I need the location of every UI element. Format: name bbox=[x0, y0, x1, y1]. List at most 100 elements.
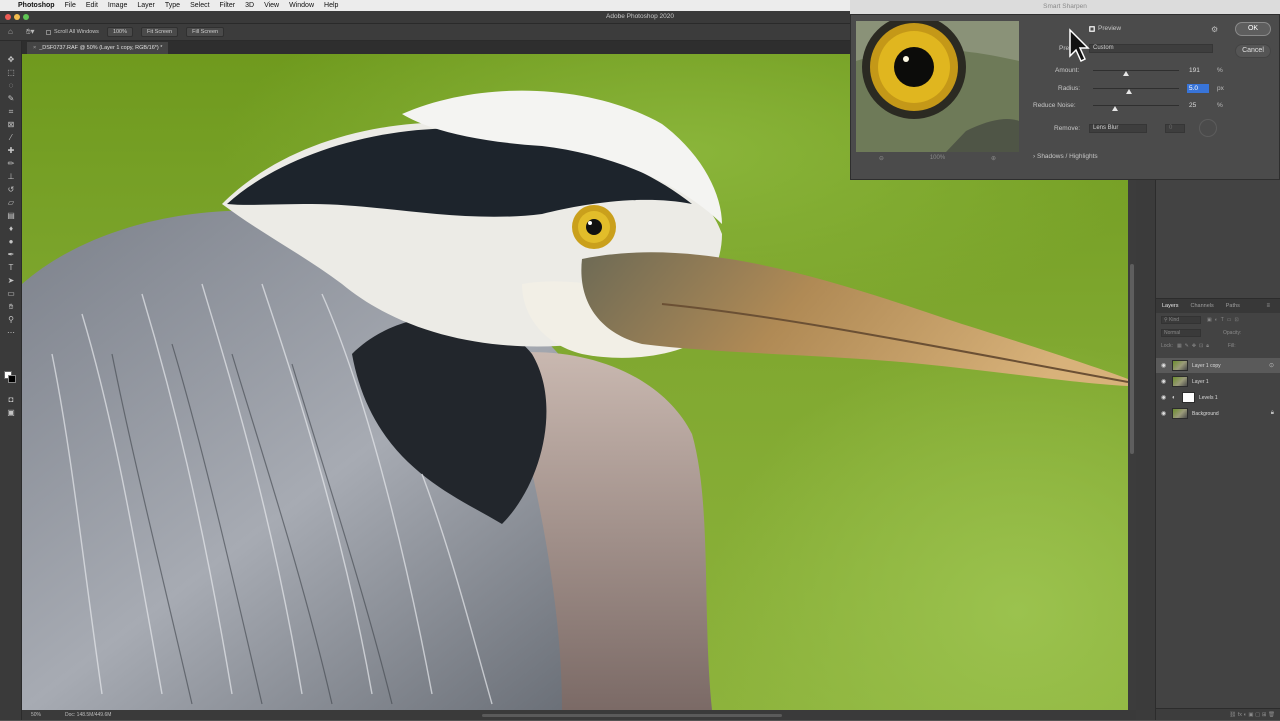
remove-select[interactable]: Lens Blur bbox=[1089, 124, 1147, 133]
gear-icon[interactable]: ⚙ bbox=[1211, 25, 1218, 34]
layer-row-background[interactable]: ◉ Background 🔒︎ bbox=[1156, 406, 1280, 421]
menu-help[interactable]: Help bbox=[324, 2, 338, 9]
checkbox-box bbox=[46, 29, 51, 35]
zoom-in-icon[interactable]: ⊕ bbox=[991, 155, 996, 167]
blend-mode-select[interactable]: Normal bbox=[1161, 328, 1201, 337]
dialog-title-bar[interactable]: Smart Sharpen bbox=[850, 0, 1280, 14]
layer-thumbnail bbox=[1172, 408, 1188, 419]
menu-select[interactable]: Select bbox=[190, 2, 209, 9]
status-doc-size[interactable]: Doc: 148.5M/449.6M bbox=[65, 710, 111, 720]
more-tools-icon[interactable]: ⋯ bbox=[5, 328, 17, 338]
color-swatches[interactable] bbox=[4, 371, 18, 385]
tab-channels[interactable]: Channels bbox=[1185, 303, 1220, 309]
angle-dial[interactable] bbox=[1199, 119, 1217, 137]
zoom-tool-icon[interactable]: ⚲ bbox=[5, 315, 17, 325]
hand-tool-icon[interactable]: ✋︎ bbox=[5, 302, 17, 312]
screen-mode-icon[interactable]: ▣ bbox=[5, 408, 17, 418]
layer-kind-filter[interactable]: ⚲ Kind bbox=[1161, 315, 1201, 324]
visibility-eye-icon[interactable]: ◉ bbox=[1161, 394, 1169, 401]
filter-type-icons[interactable]: ▣◐T▭⊡ bbox=[1207, 317, 1242, 323]
path-select-tool-icon[interactable]: ➤ bbox=[5, 276, 17, 286]
layer-row-levels-1[interactable]: ◉ ◐ Levels 1 bbox=[1156, 390, 1280, 405]
clone-stamp-tool-icon[interactable]: ⊥ bbox=[5, 172, 17, 182]
radius-value-field[interactable]: 5.0 bbox=[1187, 84, 1209, 93]
zoom-out-icon[interactable]: ⊖ bbox=[879, 155, 884, 167]
zoom-window-button[interactable] bbox=[23, 14, 29, 20]
menu-file[interactable]: File bbox=[65, 2, 76, 9]
fill-screen-button[interactable]: Fill Screen bbox=[186, 27, 225, 37]
quick-mask-icon[interactable]: ◘ bbox=[5, 395, 17, 405]
mouse-pointer-icon bbox=[1069, 28, 1090, 63]
scroll-all-windows-checkbox[interactable]: Scroll All Windows bbox=[46, 29, 99, 35]
reduce-noise-value[interactable]: 25 bbox=[1187, 101, 1209, 110]
ok-button[interactable]: OK bbox=[1235, 22, 1271, 36]
tab-layers[interactable]: Layers bbox=[1156, 303, 1185, 309]
crop-tool-icon[interactable]: ⌗ bbox=[5, 107, 17, 117]
home-icon[interactable]: ⌂ bbox=[8, 27, 18, 37]
gradient-tool-icon[interactable]: ▤ bbox=[5, 211, 17, 221]
shadows-highlights-toggle[interactable]: › Shadows / Highlights bbox=[1033, 153, 1098, 160]
menu-app-name[interactable]: Photoshop bbox=[18, 2, 55, 9]
preset-select[interactable]: Custom bbox=[1089, 44, 1213, 53]
tab-paths[interactable]: Paths bbox=[1220, 303, 1246, 309]
reduce-noise-slider-track[interactable] bbox=[1093, 105, 1179, 106]
move-tool-icon[interactable]: ✥ bbox=[5, 55, 17, 65]
radius-slider-thumb[interactable] bbox=[1126, 89, 1133, 94]
eyedropper-tool-icon[interactable]: ⁄ bbox=[5, 133, 17, 143]
close-window-button[interactable] bbox=[5, 14, 11, 20]
amount-slider-thumb[interactable] bbox=[1122, 71, 1129, 76]
frame-tool-icon[interactable]: ⊠ bbox=[5, 120, 17, 130]
visibility-eye-icon[interactable]: ◉ bbox=[1161, 410, 1169, 417]
radius-slider-track[interactable] bbox=[1093, 88, 1179, 89]
collapsed-panel-strip bbox=[1136, 180, 1156, 720]
menu-image[interactable]: Image bbox=[108, 2, 127, 9]
smart-filter-icon[interactable]: ⊙ bbox=[1269, 362, 1274, 369]
angle-field[interactable]: 0 bbox=[1165, 124, 1185, 133]
amount-slider-track[interactable] bbox=[1093, 70, 1179, 71]
panel-menu-icon[interactable]: ≡ bbox=[1260, 303, 1276, 309]
layers-panel-footer[interactable]: ⛓ fx ◐ ▣ ▢ ⊞ 🗑︎ bbox=[1156, 708, 1280, 720]
menu-3d[interactable]: 3D bbox=[245, 2, 254, 9]
background-color-swatch[interactable] bbox=[8, 375, 16, 383]
layer-mask-thumbnail[interactable] bbox=[1182, 392, 1195, 403]
menu-layer[interactable]: Layer bbox=[137, 2, 155, 9]
layer-name: Background bbox=[1192, 410, 1219, 417]
blur-tool-icon[interactable]: ♦ bbox=[5, 224, 17, 234]
layer-row-layer-1-copy[interactable]: ◉ Layer 1 copy ⊙ bbox=[1156, 358, 1280, 373]
visibility-eye-icon[interactable]: ◉ bbox=[1161, 362, 1169, 369]
healing-brush-tool-icon[interactable]: ✚ bbox=[5, 146, 17, 156]
amount-value[interactable]: 191 bbox=[1187, 66, 1209, 75]
history-brush-tool-icon[interactable]: ↺ bbox=[5, 185, 17, 195]
lock-icon: 🔒︎ bbox=[1270, 410, 1274, 416]
layer-row-layer-1[interactable]: ◉ Layer 1 bbox=[1156, 374, 1280, 389]
menu-window[interactable]: Window bbox=[289, 2, 314, 9]
amount-label: Amount: bbox=[1055, 67, 1080, 74]
minimize-window-button[interactable] bbox=[14, 14, 20, 20]
dialog-preview-image[interactable] bbox=[856, 21, 1019, 152]
zoom-100-button[interactable]: 100% bbox=[106, 27, 134, 37]
menu-edit[interactable]: Edit bbox=[86, 2, 98, 9]
brush-tool-icon[interactable]: ✏ bbox=[5, 159, 17, 169]
menu-type[interactable]: Type bbox=[165, 2, 180, 9]
dodge-tool-icon[interactable]: ● bbox=[5, 237, 17, 247]
marquee-tool-icon[interactable]: ⬚ bbox=[5, 68, 17, 78]
menu-view[interactable]: View bbox=[264, 2, 279, 9]
eraser-tool-icon[interactable]: ▱ bbox=[5, 198, 17, 208]
lock-icons[interactable]: ▦✎✥⊡🔒︎ bbox=[1177, 343, 1212, 349]
cancel-button[interactable]: Cancel bbox=[1235, 44, 1271, 58]
type-tool-icon[interactable]: T bbox=[5, 263, 17, 273]
pen-tool-icon[interactable]: ✒ bbox=[5, 250, 17, 260]
menu-filter[interactable]: Filter bbox=[220, 2, 236, 9]
canvas-horizontal-scrollbar[interactable] bbox=[482, 714, 782, 717]
reduce-noise-slider-thumb[interactable] bbox=[1111, 106, 1118, 111]
fit-screen-button[interactable]: Fit Screen bbox=[141, 27, 179, 37]
lasso-tool-icon[interactable]: ◌ bbox=[5, 81, 17, 91]
quick-select-tool-icon[interactable]: ✎ bbox=[5, 94, 17, 104]
hand-tool-preset-icon[interactable]: ✋︎▾ bbox=[26, 27, 40, 37]
scrollbar-thumb[interactable] bbox=[1130, 264, 1134, 454]
shape-tool-icon[interactable]: ▭ bbox=[5, 289, 17, 299]
visibility-eye-icon[interactable]: ◉ bbox=[1161, 378, 1169, 385]
status-zoom[interactable]: 50% bbox=[31, 710, 41, 720]
document-tab[interactable]: × _DSF0737.RAF @ 50% (Layer 1 copy, RGB/1… bbox=[27, 42, 169, 54]
close-tab-icon[interactable]: × bbox=[33, 45, 36, 51]
